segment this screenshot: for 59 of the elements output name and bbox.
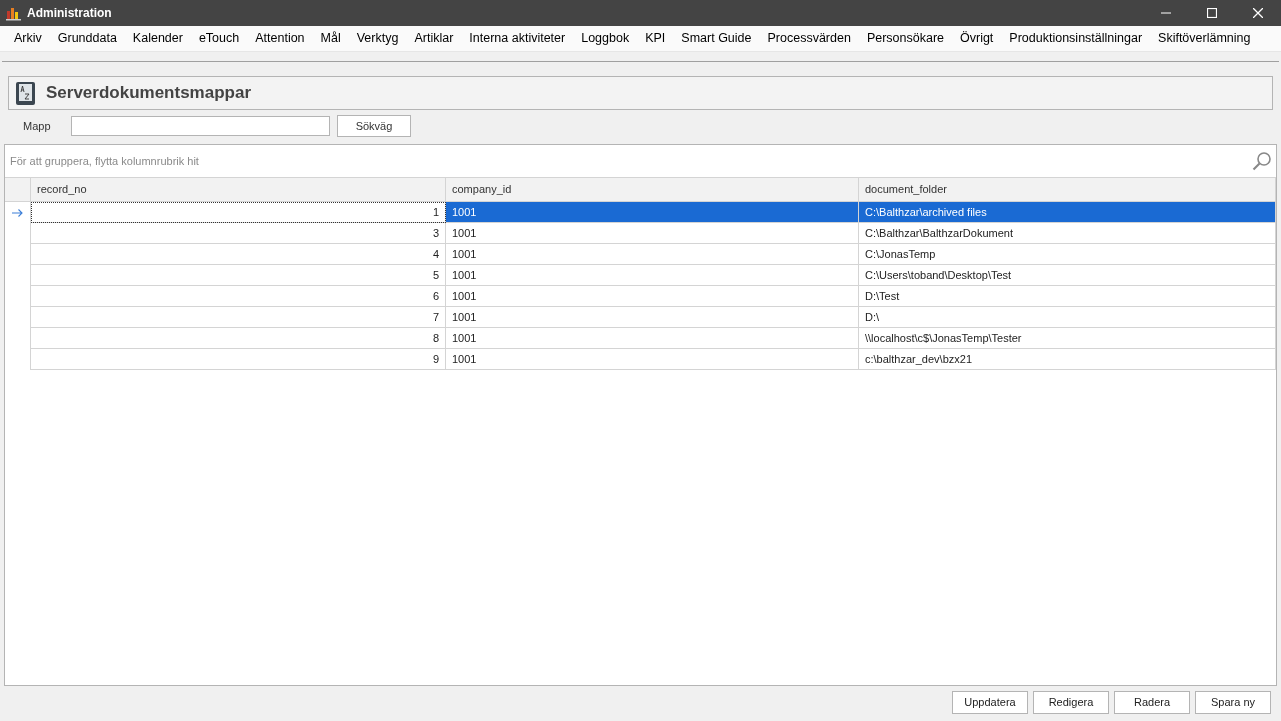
table-cell: 3 (31, 223, 446, 244)
action-button[interactable]: Redigera (1033, 691, 1109, 714)
table-cell: 1001 (446, 328, 859, 349)
search-icon[interactable] (1252, 151, 1272, 171)
table-cell: \\localhost\c$\JonasTemp\Tester (859, 328, 1276, 349)
menu-item[interactable]: Smart Guide (673, 29, 760, 48)
browse-button[interactable]: Sökväg (337, 115, 411, 137)
action-button[interactable]: Radera (1114, 691, 1190, 714)
table-cell: 1001 (446, 307, 859, 328)
window-title: Administration (27, 5, 112, 22)
table-cell: 4 (31, 244, 446, 265)
table-cell: C:\Users\toband\Desktop\Test (859, 265, 1276, 286)
panel-title: Serverdokumentsmappar (46, 82, 252, 105)
menu-item[interactable]: Artiklar (406, 29, 462, 48)
folder-label: Mapp (23, 118, 52, 134)
table-cell: c:\balthzar_dev\bzx21 (859, 349, 1276, 370)
menu-item[interactable]: Grunddata (49, 29, 125, 48)
column-header[interactable]: company_id (446, 178, 859, 201)
menu-item[interactable]: Verktyg (348, 29, 407, 48)
book-icon (15, 80, 37, 106)
menu-item[interactable]: Övrigt (952, 29, 1002, 48)
menu-item[interactable]: Skiftöverlämning (1150, 29, 1259, 48)
group-panel-hint: För att gruppera, flytta kolumnrubrik hit (10, 153, 199, 169)
menu-item[interactable]: Attention (247, 29, 313, 48)
menu-item[interactable]: Loggbok (573, 29, 638, 48)
close-icon[interactable] (1253, 8, 1263, 18)
table-cell: 1 (31, 202, 446, 223)
menu-item[interactable]: Arkiv (6, 29, 50, 48)
column-header[interactable]: record_no (31, 178, 446, 201)
menu-item[interactable]: Produktionsinställningar (1001, 29, 1151, 48)
menu-item[interactable]: Processvärden (759, 29, 859, 48)
menu-item[interactable]: eTouch (190, 29, 248, 48)
folder-input-field[interactable] (71, 116, 330, 136)
table-cell: 1001 (446, 286, 859, 307)
action-button[interactable]: Uppdatera (952, 691, 1028, 714)
menu-item[interactable]: KPI (637, 29, 674, 48)
table-cell: 1001 (446, 265, 859, 286)
table-cell: 1001 (446, 202, 859, 223)
table-cell: 1001 (446, 223, 859, 244)
table-cell: 1001 (446, 349, 859, 370)
table-cell: 5 (31, 265, 446, 286)
action-button[interactable]: Spara ny (1195, 691, 1271, 714)
maximize-icon[interactable] (1207, 8, 1217, 18)
menu-item[interactable]: Personsökare (858, 29, 952, 48)
table-cell: 9 (31, 349, 446, 370)
table-cell: C:\JonasTemp (859, 244, 1276, 265)
table-cell: C:\Balthzar\BalthzarDokument (859, 223, 1276, 244)
table-cell: D:\ (859, 307, 1276, 328)
table-cell: 7 (31, 307, 446, 328)
table-cell: C:\Balthzar\archived files (859, 202, 1276, 223)
menu-item[interactable]: Mål (312, 29, 349, 48)
column-header[interactable]: document_folder (859, 178, 1276, 201)
table-cell: 8 (31, 328, 446, 349)
table-cell: 6 (31, 286, 446, 307)
menu-item[interactable]: Kalender (124, 29, 191, 48)
table-cell: D:\Test (859, 286, 1276, 307)
app-logo-icon (5, 5, 23, 21)
menu-item[interactable]: Interna aktiviteter (461, 29, 574, 48)
table-cell: 1001 (446, 244, 859, 265)
